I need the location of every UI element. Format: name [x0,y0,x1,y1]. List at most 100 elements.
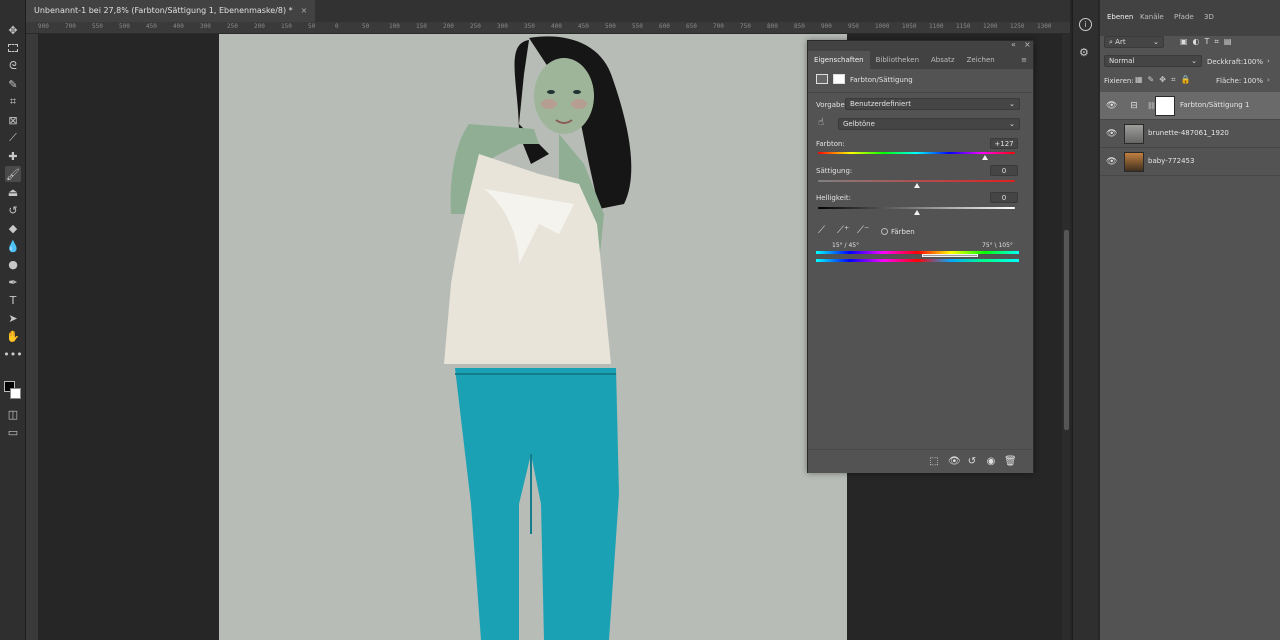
document-tab[interactable]: Unbenannt-1 bei 27,8% (Farbton/Sättigung… [26,0,316,22]
eye-icon[interactable]: 👁 [1106,157,1117,167]
eye-icon[interactable]: 👁 [1106,101,1117,111]
layer-row[interactable]: 👁 ⊟ ⛓ Farbton/Sättigung 1 [1100,92,1280,120]
reset-icon[interactable]: ↺ [966,456,978,468]
fill-value[interactable]: 100% [1243,77,1263,85]
brush-icon[interactable]: 🖌 [5,166,21,182]
ruler-tick-label: 450 [146,23,157,30]
view-previous-icon[interactable]: 👁 [948,456,961,468]
mask-icon[interactable] [833,74,845,84]
scrollbar-thumb[interactable] [1064,230,1069,430]
paint-bucket-icon[interactable]: ◆ [5,220,21,236]
vertical-ruler [26,34,38,640]
pen-icon[interactable]: ✒ [5,274,21,290]
properties-panel: « × Eigenschaften Bibliotheken Absatz Ze… [807,40,1034,473]
blend-mode-value: Normal [1109,57,1135,65]
opacity-value[interactable]: 100% [1243,58,1263,66]
ruler-tick-label: 800 [767,23,778,30]
tab-zeichen[interactable]: Zeichen [961,51,1001,69]
hue-label: Farbton: [816,140,845,148]
layers-panel: Ebenen Kanäle Pfade 3D ⌕ Art ⌄ ▣◐T⌗▤ Nor… [1099,0,1280,640]
hand-icon[interactable]: ✋ [5,328,21,344]
type-icon[interactable]: T [5,292,21,308]
ruler-tick-label: 1200 [983,23,998,30]
layer-row[interactable]: 👁 baby-772453 [1100,148,1280,176]
preset-select[interactable]: Benutzerdefiniert ⌄ [845,98,1020,110]
history-brush-icon[interactable]: ↺ [5,202,21,218]
hue-slider-thumb[interactable] [982,155,989,160]
tab-ebenen[interactable]: Ebenen [1107,13,1133,21]
screen-mode-icon[interactable]: ▭ [5,424,21,440]
lock-icons[interactable]: ▦✎✥⌗🔒 [1135,75,1195,85]
eyedropper-plus-icon[interactable]: ⟋⁺ [837,225,849,236]
blend-mode-select[interactable]: Normal ⌄ [1104,55,1202,67]
layer-filter-icons[interactable]: ▣◐T⌗▤ [1180,37,1237,47]
range-slider[interactable] [922,254,978,257]
tab-eigenschaften[interactable]: Eigenschaften [808,51,870,69]
layer-name: baby-772453 [1148,157,1195,165]
divider [808,92,1033,93]
visibility-icon[interactable]: ◉ [985,456,997,468]
colorize-checkbox[interactable] [881,228,888,235]
lightness-slider-track[interactable] [818,207,1015,209]
eyedropper-icon[interactable]: ⟋ [5,130,21,146]
preset-value: Benutzerdefiniert [850,100,911,108]
healing-icon[interactable]: ✚ [5,148,21,164]
tab-bibliotheken[interactable]: Bibliotheken [870,51,925,69]
dodge-icon[interactable]: ● [5,256,21,272]
move-icon[interactable]: ✥ [5,22,21,38]
path-select-icon[interactable]: ➤ [5,310,21,326]
close-icon[interactable]: × [301,0,308,22]
targeted-adjustment-hand-icon[interactable]: ☝ [818,117,824,128]
background-color-swatch[interactable] [10,388,21,399]
crop-icon[interactable]: ⌗ [5,94,21,110]
lightness-input[interactable]: 0 [990,192,1018,203]
range-right-label: 75° \ 105° [982,242,1013,249]
lock-label: Fixieren: [1104,77,1134,85]
eye-icon[interactable]: 👁 [1106,129,1117,139]
blur-icon[interactable]: 💧 [5,238,21,254]
layer-filter-select[interactable]: ⌕ Art ⌄ [1104,36,1164,48]
lasso-icon[interactable]: ᘓ [5,58,21,74]
ruler-tick-label: 450 [578,23,589,30]
channel-select[interactable]: Gelbtöne ⌄ [838,118,1020,130]
layer-mask-thumbnail[interactable] [1155,96,1175,116]
canvas-image[interactable] [219,34,847,640]
saturation-slider-track[interactable] [818,180,1015,182]
eyedropper-minus-icon[interactable]: ⟋⁻ [857,225,869,236]
layer-thumbnail [1124,124,1144,144]
eyedropper-icon[interactable]: ⟋ [818,225,825,236]
saturation-input[interactable]: 0 [990,165,1018,176]
adjustments-icon[interactable]: ⚙ [1079,46,1089,59]
quick-select-icon[interactable]: ✎ [5,76,21,92]
layer-row[interactable]: 👁 brunette-487061_1920 [1100,120,1280,148]
chevron-right-icon[interactable]: › [1267,57,1270,65]
chevron-down-icon: ⌄ [1009,100,1015,108]
collapse-icon[interactable]: « [1011,40,1016,49]
tab-3d[interactable]: 3D [1204,13,1214,21]
info-icon[interactable]: i [1079,18,1092,31]
ruler-tick-label: 700 [713,23,724,30]
close-icon[interactable]: × [1024,40,1031,49]
tab-pfade[interactable]: Pfade [1174,13,1194,21]
hue-slider-track[interactable] [818,152,1015,154]
tab-kanaele[interactable]: Kanäle [1140,13,1164,21]
layer-thumbnail [1124,152,1144,172]
panel-menu-icon[interactable]: ≡ [1015,51,1033,69]
ruler-tick-label: 750 [740,23,751,30]
clip-to-layer-icon[interactable]: ⬚ [928,456,940,468]
delete-icon[interactable]: 🗑 [1004,456,1017,468]
quick-mask-icon[interactable]: ◫ [5,406,21,422]
more-icon[interactable]: ••• [3,346,22,362]
lightness-slider-thumb[interactable] [913,210,920,215]
tab-absatz[interactable]: Absatz [925,51,961,69]
hue-input[interactable]: +127 [990,138,1018,149]
ruler-tick-label: 550 [632,23,643,30]
chevron-right-icon[interactable]: › [1267,76,1270,84]
ruler-tick-label: 850 [794,23,805,30]
frame-icon[interactable]: ⊠ [5,112,21,128]
ruler-tick-label: 350 [524,23,535,30]
saturation-slider-thumb[interactable] [913,183,920,188]
ruler-tick-label: 150 [416,23,427,30]
marquee-icon[interactable] [5,40,21,56]
stamp-icon[interactable]: ⏏ [5,184,21,200]
